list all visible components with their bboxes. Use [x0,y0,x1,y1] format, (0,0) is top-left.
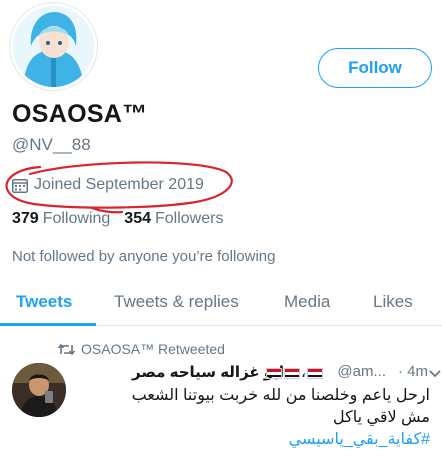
following-label: Following [42,210,111,227]
joined-date: Joined September 2019 [12,176,204,194]
tweet-author-flags: ، [265,363,324,381]
tweet-author-handle[interactable]: @am... [337,363,386,380]
tweet-text: ارحل ياعم وخلصنا من لله خربت بيوتنا الشع… [80,385,430,451]
egypt-flag-icon [266,367,283,379]
follow-stats: 379 Following 354 Followers [12,210,237,228]
calendar-icon [12,178,28,193]
profile-handle: @NV__88 [12,135,91,154]
tweet-text-line2: مش لاقي ياكل [332,409,430,426]
following-stat[interactable]: 379 Following [12,210,110,228]
tweet-author-name[interactable]: ابو غزاله سياحه مصر [132,363,284,381]
active-tab-indicator [0,323,96,326]
egypt-flag-icon [284,367,301,379]
tweet-text-line1: ارحل ياعم وخلصنا من لله خربت بيوتنا الشع… [131,387,430,404]
tab-likes[interactable]: Likes [373,292,413,312]
tab-tweets-replies[interactable]: Tweets & replies [114,292,239,312]
avatar-image [13,6,94,87]
followers-count: 354 [124,210,151,227]
chevron-down-icon[interactable] [429,370,441,378]
tweet-header: ابو غزاله سياحه مصر ، @am... · 4m [78,363,442,383]
profile-display-name: OSAOSA™ [12,100,148,128]
tweet-avatar-image [12,363,66,417]
retweet-icon [58,343,75,355]
retweet-context[interactable]: OSAOSA™ Retweeted [58,341,225,357]
tweet-timestamp[interactable]: · 4m [398,363,428,380]
following-count: 379 [12,210,39,227]
tab-media[interactable]: Media [284,292,330,312]
profile-avatar[interactable] [10,3,97,90]
not-followed-notice: Not followed by anyone you’re following [12,248,276,265]
tweet-author-avatar[interactable] [12,363,66,417]
egypt-flag-icon [307,367,323,379]
follow-button[interactable]: Follow [318,48,432,88]
followers-stat[interactable]: 354 Followers [124,210,223,228]
joined-text: Joined September 2019 [34,176,204,193]
followers-label: Followers [155,210,224,227]
tweet-hashtag-link[interactable]: #كفاية_بقي_ياسيسي [80,429,430,451]
profile-tabs: Tweets Tweets & replies Media Likes [0,282,442,326]
tab-tweets[interactable]: Tweets [16,292,72,312]
retweet-label: OSAOSA™ Retweeted [81,341,225,357]
